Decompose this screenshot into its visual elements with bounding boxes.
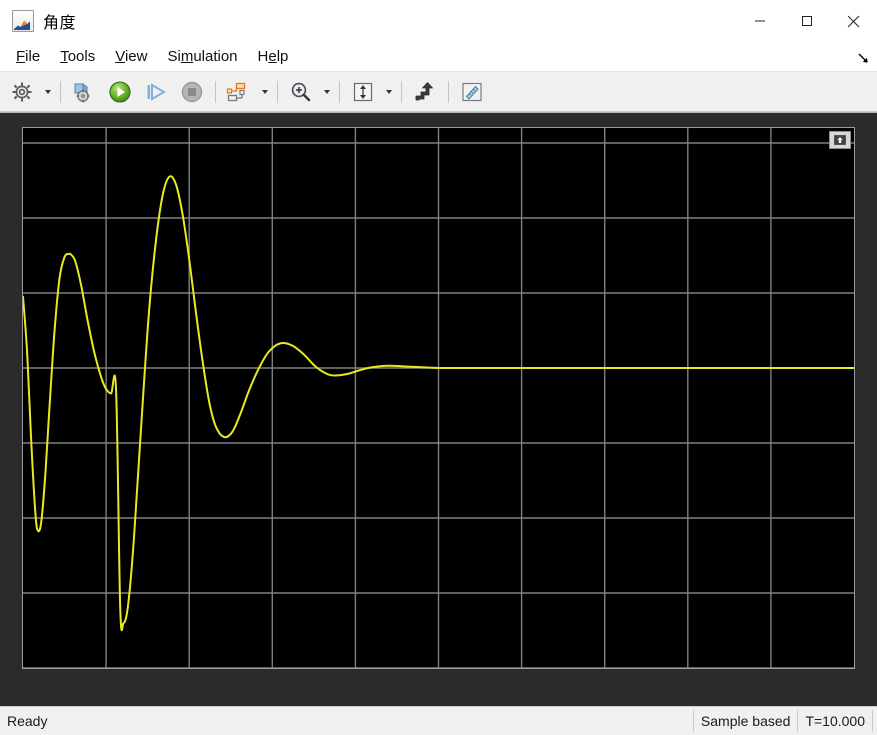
menu-simulation[interactable]: Simulation [157,46,247,67]
minimize-button[interactable] [736,0,783,42]
status-bar: Ready Sample based T=10.000 [0,706,877,735]
y-tick-mark [22,593,23,594]
toolbar-separator [215,80,216,103]
chevron-down-icon [44,89,51,94]
zoom-in-button[interactable] [283,76,319,108]
status-frame-mode: Sample based [692,710,798,732]
zoom-in-dropdown[interactable] [319,76,334,108]
toolbar-separator [60,80,61,103]
zoom-in-icon [291,82,311,101]
scope-window: 角度 File Tools View Simulation Help Ready… [0,0,877,735]
scope-plot-area[interactable]: 3210-1-2-3-4 012345678910 [0,112,877,706]
dock-arrow-icon [858,53,868,63]
toolbar-separator [339,80,340,103]
gear-icon [12,82,32,101]
plot-frame[interactable]: 3210-1-2-3-4 012345678910 [22,127,855,669]
toolbar-overflow-icon[interactable] [858,53,869,65]
menu-file[interactable]: File [6,46,50,67]
measurements-ruler-icon [462,82,482,101]
chevron-down-icon [261,89,268,94]
toolbar-separator [277,80,278,103]
close-button[interactable] [830,0,877,42]
matlab-membrane-glyph [14,20,30,30]
grid-lines [23,128,854,668]
y-tick-mark [22,368,23,369]
window-title: 角度 [43,15,77,32]
autoscale-dropdown[interactable] [381,76,396,108]
y-tick-mark [22,293,23,294]
autoscale-button[interactable] [345,76,381,108]
maximize-axes-button[interactable] [829,131,851,149]
plot-canvas [23,128,854,668]
close-icon [847,15,860,27]
y-tick-mark [22,518,23,519]
configuration-properties-button[interactable] [4,76,40,108]
step-forward-button[interactable] [138,76,174,108]
run-icon [109,80,131,103]
signal-selection-icon [226,82,246,101]
cursor-measurements-icon [415,81,433,100]
configuration-properties-dropdown[interactable] [40,76,55,108]
signal-selection-dropdown[interactable] [257,76,272,108]
run-button[interactable] [102,76,138,108]
title-bar: 角度 [0,0,877,42]
simulink-settings-button[interactable] [66,76,102,108]
menu-view[interactable]: View [105,46,157,67]
matlab-scope-icon [12,10,34,32]
stop-button[interactable] [174,76,210,108]
minimize-icon [754,20,765,22]
menu-help[interactable]: Help [248,46,299,67]
toolbar-separator [401,80,402,103]
y-tick-mark [22,668,23,669]
toolbar-separator [448,80,449,103]
run-with-settings-icon [74,82,90,102]
maximize-axes-icon [834,135,846,145]
y-tick-mark [22,443,23,444]
menu-tools[interactable]: Tools [50,46,105,67]
toolbar [0,72,877,112]
status-state: Ready [7,713,48,729]
menu-bar: File Tools View Simulation Help [0,42,877,72]
chevron-down-icon [385,89,392,94]
measurements-button[interactable] [454,76,490,108]
autoscale-icon [353,82,373,101]
y-tick-mark [22,218,23,219]
signal-selection-button[interactable] [221,76,257,108]
stop-icon [181,81,203,102]
maximize-button[interactable] [783,0,830,42]
y-tick-mark [22,143,23,144]
chevron-down-icon [323,89,330,94]
maximize-icon [801,16,812,26]
step-forward-icon [147,82,166,101]
cursor-measurements-button[interactable] [407,76,443,108]
status-sim-time: T=10.000 [797,710,873,732]
window-controls [736,0,877,42]
